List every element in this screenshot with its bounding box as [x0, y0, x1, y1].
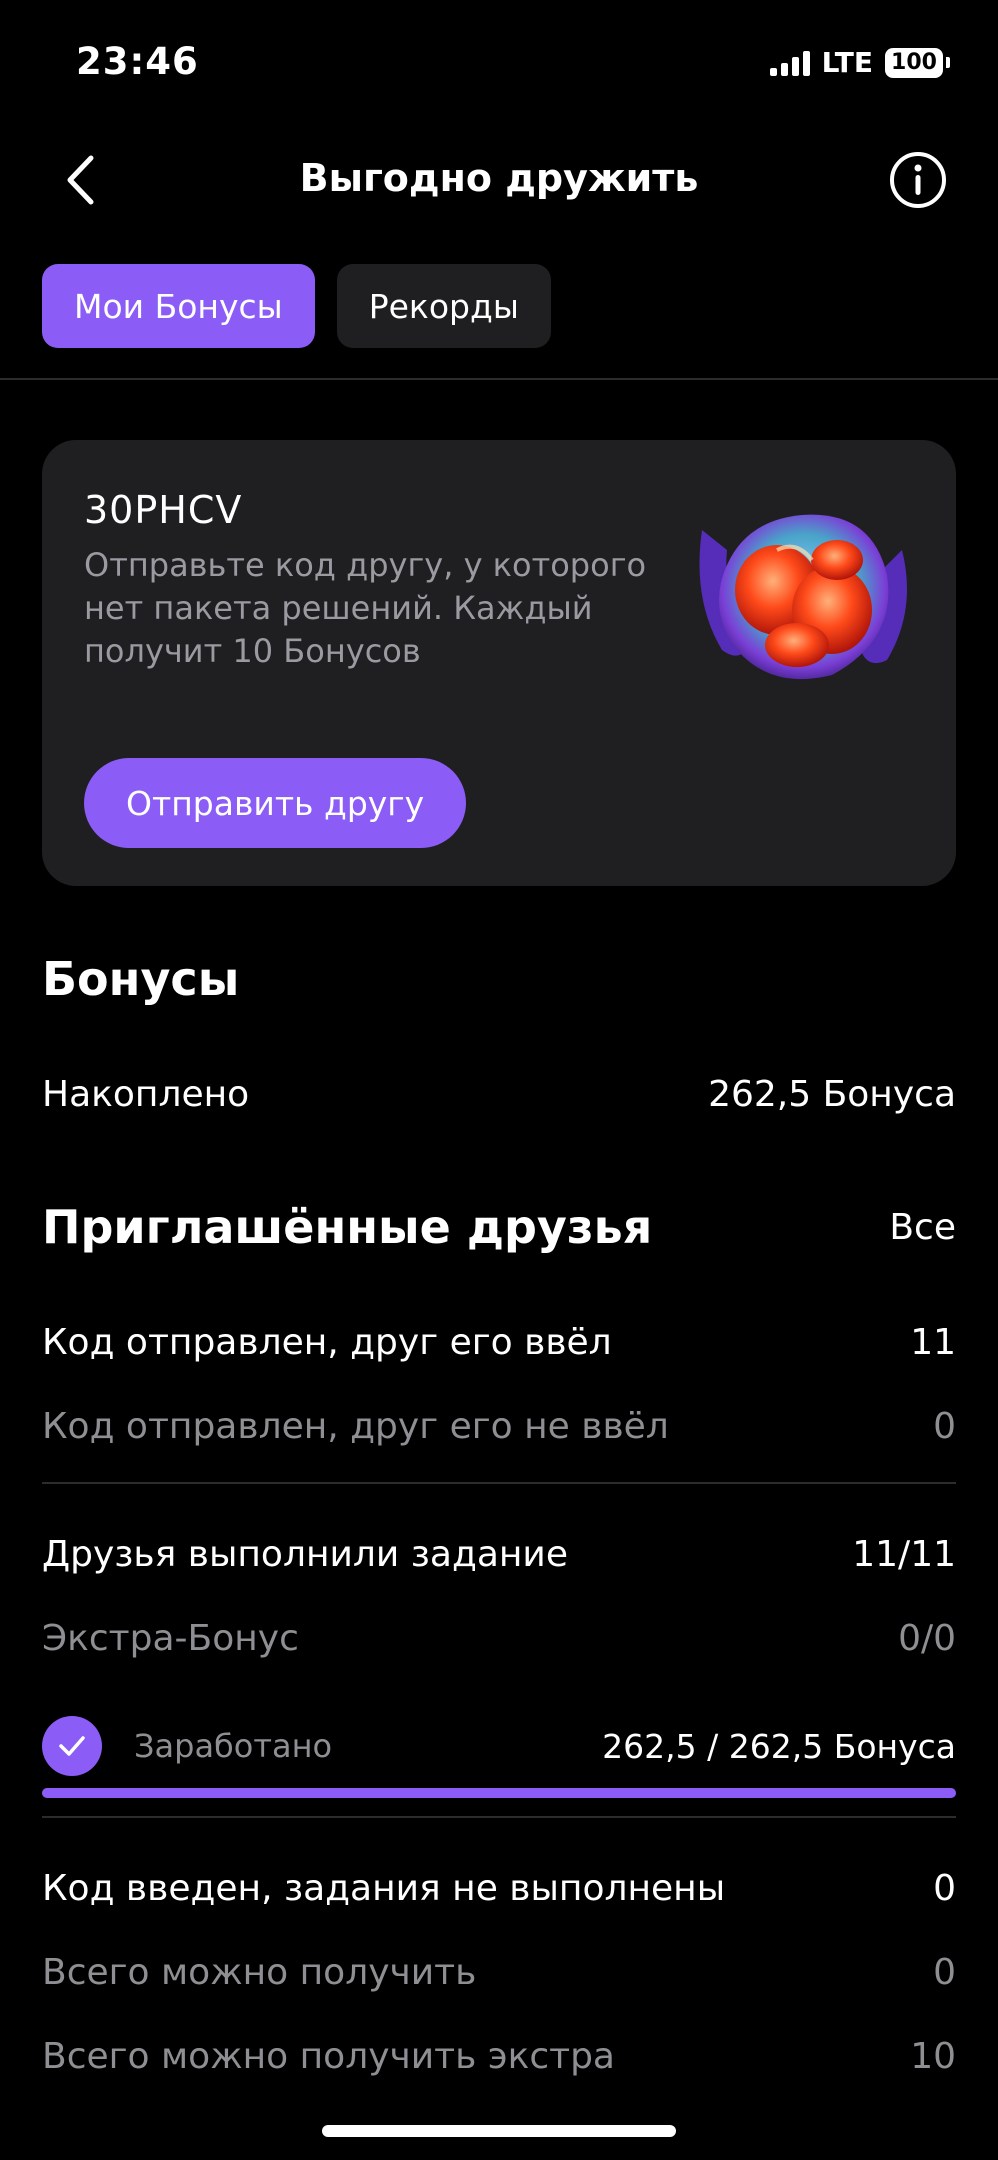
- stat-value: 11/11: [852, 1534, 956, 1575]
- earned-progress-bar: [42, 1788, 956, 1798]
- earned-label: Заработано: [134, 1727, 333, 1765]
- invite-description: Отправьте код другу, у которого нет паке…: [84, 546, 647, 670]
- stat-row: Код отправлен, друг его не ввёл 0: [42, 1406, 956, 1447]
- tab-records[interactable]: Рекорды: [336, 264, 551, 348]
- stat-label: Код отправлен, друг его ввёл: [42, 1322, 612, 1363]
- stat-value: 11: [910, 1322, 956, 1363]
- divider: [42, 1482, 956, 1484]
- earned-value: 262,5 / 262,5 Бонуса: [602, 1726, 956, 1766]
- stat-row: Всего можно получить экстра 10: [42, 2036, 956, 2077]
- friends-header: Приглашённые друзья Все: [42, 1200, 956, 1254]
- stat-row: Код отправлен, друг его ввёл 11: [42, 1322, 956, 1363]
- network-type: LTE: [821, 46, 873, 79]
- earned-progress-fill: [42, 1788, 956, 1798]
- stat-label: Друзья выполнили задание: [42, 1534, 568, 1575]
- stat-value: 0/0: [898, 1618, 956, 1659]
- status-indicators: LTE 100: [769, 46, 950, 79]
- friends-heading: Приглашённые друзья: [42, 1200, 653, 1254]
- accumulated-label: Накоплено: [42, 1074, 250, 1115]
- divider: [0, 378, 998, 380]
- page-title: Выгодно дружить: [299, 156, 699, 200]
- invite-card: 30PHCV Отправьте код другу, у которого н…: [42, 440, 956, 886]
- stat-label: Всего можно получить: [42, 1952, 477, 1993]
- crystal-gem-icon: [699, 514, 907, 680]
- stat-row: Код введен, задания не выполнены 0: [42, 1868, 956, 1909]
- status-time: 23:46: [76, 40, 199, 83]
- stat-label: Всего можно получить экстра: [42, 2036, 615, 2077]
- stat-value: 0: [933, 1952, 956, 1993]
- divider: [42, 1816, 956, 1818]
- stat-value: 10: [910, 2036, 956, 2077]
- all-friends-link[interactable]: Все: [889, 1207, 956, 1248]
- status-bar: 23:46 LTE 100: [0, 0, 998, 130]
- info-button[interactable]: [888, 150, 948, 210]
- signal-icon: [769, 50, 810, 76]
- accumulated-value: 262,5 Бонуса: [708, 1074, 956, 1115]
- accumulated-row: Накоплено 262,5 Бонуса: [42, 1074, 956, 1115]
- earned-row: Заработано 262,5 / 262,5 Бонуса: [42, 1716, 956, 1776]
- check-icon: [42, 1716, 102, 1776]
- stat-row: Всего можно получить 0: [42, 1952, 956, 1993]
- nav-bar: Выгодно дружить: [0, 130, 998, 230]
- stat-label: Код введен, задания не выполнены: [42, 1868, 726, 1909]
- promo-code: 30PHCV: [84, 488, 243, 532]
- stat-value: 0: [933, 1868, 956, 1909]
- bonuses-heading: Бонусы: [42, 952, 240, 1006]
- home-indicator[interactable]: [322, 2125, 676, 2137]
- battery-icon: 100: [885, 47, 950, 78]
- info-icon: [890, 152, 946, 208]
- stat-value: 0: [933, 1406, 956, 1447]
- stat-label: Экстра-Бонус: [42, 1618, 299, 1659]
- battery-level: 100: [885, 47, 943, 78]
- tab-my-bonuses[interactable]: Мои Бонусы: [42, 264, 315, 348]
- tab-bar: Мои Бонусы Рекорды: [42, 264, 551, 348]
- stat-row: Экстра-Бонус 0/0: [42, 1618, 956, 1659]
- stat-label: Код отправлен, друг его не ввёл: [42, 1406, 669, 1447]
- stat-row: Друзья выполнили задание 11/11: [42, 1534, 956, 1575]
- send-to-friend-button[interactable]: Отправить другу: [84, 758, 467, 848]
